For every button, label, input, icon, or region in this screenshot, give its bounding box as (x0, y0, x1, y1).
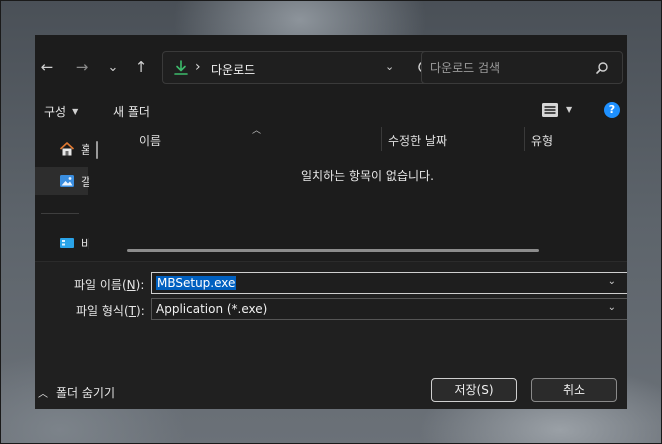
sidebar-divider (41, 213, 79, 214)
back-arrow-icon: ← (40, 58, 54, 76)
save-button[interactable]: 저장(S) (431, 378, 517, 402)
file-list-scrollbar[interactable] (127, 249, 539, 252)
caret-down-icon: ▼ (72, 107, 79, 116)
column-header-date-modified[interactable]: 수정한 날짜 (388, 132, 447, 149)
gallery-icon (60, 175, 74, 187)
sidebar-item-home[interactable]: 홈 (35, 135, 89, 163)
column-divider[interactable] (524, 127, 525, 151)
column-header-type[interactable]: 유형 (531, 132, 553, 149)
view-options-icon[interactable] (541, 102, 559, 118)
new-folder-button[interactable]: 새 폴더 (113, 103, 150, 120)
filename-combobox[interactable]: MBSetup.exe ⌄ (151, 272, 627, 294)
sidebar-item-label: 바탕 화면 (81, 237, 89, 251)
up-button[interactable]: ↑ (129, 55, 153, 79)
organize-label: 구성 (44, 105, 67, 119)
column-divider[interactable] (381, 127, 382, 151)
back-button[interactable]: ← (35, 55, 59, 79)
filename-label: 파일 이름(N): (74, 278, 145, 292)
sidebar-scrollbar[interactable] (96, 141, 98, 159)
save-as-dialog: ← → ⌄ ↑ › 다운로드 ⌄ 구성 ▼ 새 폴더 ▼ ? (35, 35, 627, 409)
up-arrow-icon: ↑ (134, 58, 148, 76)
breadcrumb-downloads[interactable]: 다운로드 (211, 61, 255, 78)
hide-folders-label: 폴더 숨기기 (56, 386, 116, 400)
search-icon[interactable] (595, 61, 609, 75)
empty-folder-message: 일치하는 항목이 없습니다. (301, 169, 434, 183)
home-icon (59, 142, 75, 156)
cancel-button[interactable]: 취소 (531, 378, 617, 402)
sidebar-item-desktop[interactable]: 바탕 화면 (35, 229, 89, 257)
desktop-icon (60, 238, 74, 248)
filetype-value: Application (*.exe) (156, 302, 268, 316)
recent-locations-button[interactable]: ⌄ (101, 55, 125, 79)
sort-ascending-icon: ︿ (252, 126, 262, 136)
forward-arrow-icon: → (75, 58, 89, 76)
view-caret-icon[interactable]: ▼ (566, 105, 572, 114)
filetype-select[interactable]: Application (*.exe) ⌄ (151, 298, 627, 320)
search-input[interactable] (430, 59, 590, 77)
chevron-down-icon[interactable]: ⌄ (608, 302, 616, 313)
save-form-panel: 파일 이름(N): MBSetup.exe ⌄ 파일 형식(T): Applic… (35, 261, 627, 409)
column-header-name[interactable]: 이름 (139, 132, 161, 149)
sidebar-item-label: 홈 (81, 143, 89, 157)
address-dropdown-icon[interactable]: ⌄ (385, 60, 394, 73)
filename-input[interactable]: MBSetup.exe (156, 276, 237, 290)
chevron-down-icon: ⌄ (107, 59, 119, 75)
chevron-up-icon: ︿ (38, 389, 48, 400)
forward-button[interactable]: → (70, 55, 94, 79)
new-folder-label: 새 폴더 (113, 105, 150, 119)
sidebar-item-gallery[interactable]: 갤러리 (35, 167, 89, 195)
sidebar-item-label: 갤러리 (81, 175, 89, 189)
filetype-label: 파일 형식(T): (76, 304, 145, 318)
chevron-down-icon[interactable]: ⌄ (608, 276, 616, 287)
hide-folders-toggle[interactable]: ︿ 폴더 숨기기 (38, 384, 115, 401)
breadcrumb-separator-icon: › (195, 59, 201, 75)
address-bar[interactable]: › 다운로드 ⌄ (162, 51, 444, 84)
download-icon (174, 60, 188, 75)
search-box[interactable] (421, 51, 623, 84)
organize-menu-button[interactable]: 구성 ▼ (44, 103, 78, 120)
help-icon[interactable]: ? (604, 102, 620, 118)
